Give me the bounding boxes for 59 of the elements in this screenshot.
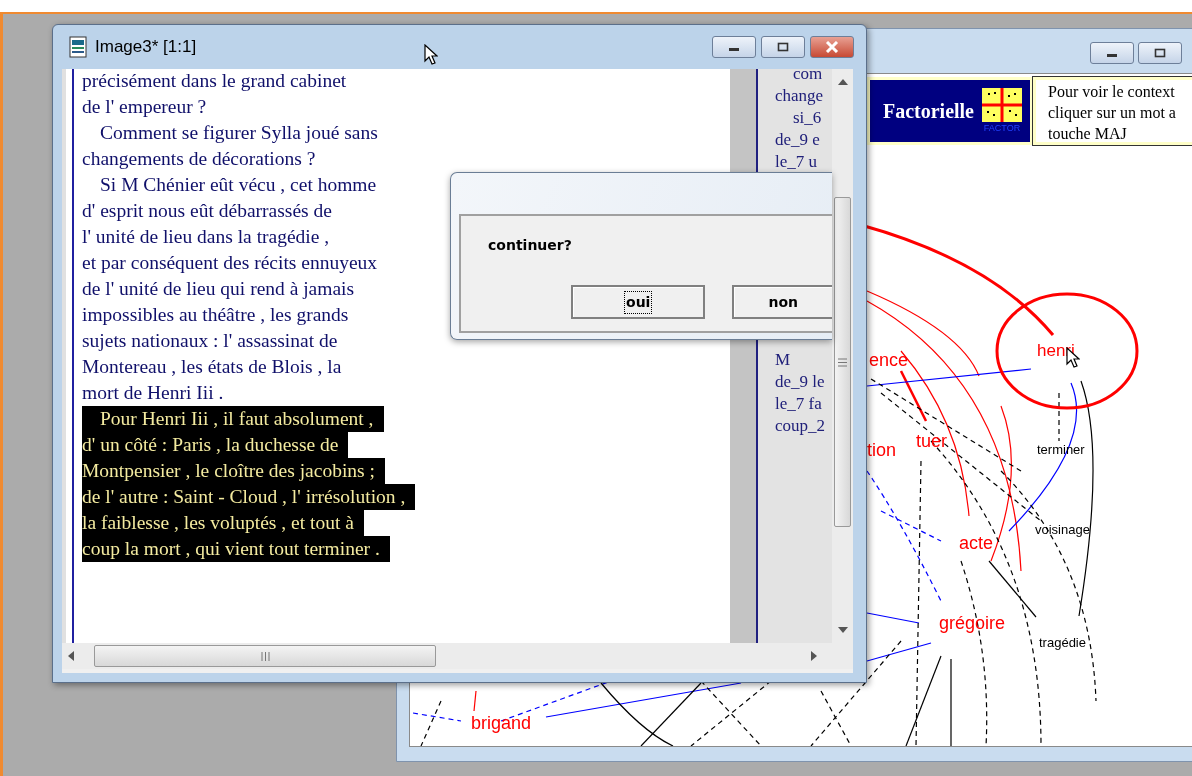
node-label[interactable]: tragédie xyxy=(1039,635,1086,650)
side-panel-line: le_7 fa xyxy=(775,393,823,415)
text-line: Montereau , les états de Blois , la xyxy=(82,355,342,379)
dialog-message: continuer? xyxy=(488,237,572,253)
maximize-button[interactable] xyxy=(761,36,805,58)
vertical-scrollbar[interactable] xyxy=(832,69,853,643)
close-button[interactable] xyxy=(810,36,854,58)
node-label[interactable]: brigand xyxy=(471,713,532,733)
window-title: Image3* [1:1] xyxy=(95,36,197,59)
text-line: de l' unité de lieu qui rend à jamais xyxy=(82,277,355,301)
side-panel-line: si_6 xyxy=(792,107,823,129)
scroll-left-icon[interactable] xyxy=(68,651,74,661)
node-label[interactable]: tion xyxy=(867,440,897,460)
text-line: et par conséquent des récits ennuyeux xyxy=(82,251,378,275)
text-line: changements de décorations ? xyxy=(82,147,316,171)
text-line: mort de Henri Iii . xyxy=(82,381,224,405)
logo-icon xyxy=(982,88,1022,122)
node-label[interactable]: voisinage xyxy=(1035,522,1090,537)
text-line: Si M Chénier eût vécu , cet homme xyxy=(99,173,377,197)
grip-icon xyxy=(838,357,847,367)
node-label[interactable]: tuer xyxy=(916,431,948,451)
side-panel-line: de_9 le xyxy=(775,371,826,393)
banner-title: Factorielle xyxy=(882,99,974,124)
side-panel-line: coup_2 xyxy=(775,415,827,437)
node-label[interactable]: acte xyxy=(959,533,994,553)
grip-icon xyxy=(260,651,270,661)
text-line: d' esprit nous eût débarrassés de xyxy=(82,199,332,223)
cursor-icon xyxy=(424,44,438,66)
logo-text: FACTOR xyxy=(982,122,1022,134)
text-line: sujets nationaux : l' assassinat de xyxy=(82,329,338,353)
scroll-up-icon[interactable] xyxy=(837,79,848,85)
side-panel-line: le_7 u xyxy=(775,151,819,173)
side-panel-line: com xyxy=(792,69,824,85)
node-label[interactable]: grégoire xyxy=(939,613,1006,633)
document-icon xyxy=(69,36,87,58)
maximize-icon xyxy=(777,42,789,52)
graph-edge xyxy=(473,690,477,712)
text-line: de l' empereur ? xyxy=(82,95,207,119)
node-label[interactable]: ence xyxy=(869,350,909,370)
scrollbar-thumb[interactable] xyxy=(94,645,436,667)
minimize-button[interactable] xyxy=(712,36,756,58)
horizontal-scrollbar[interactable] xyxy=(62,643,853,669)
scrollbar-thumb[interactable] xyxy=(834,197,851,527)
close-icon xyxy=(825,41,839,53)
dialog-button[interactable]: oui xyxy=(571,285,706,319)
side-panel-line: de_9 e xyxy=(775,129,821,151)
side-panel-line: change xyxy=(775,85,825,107)
hint-text: Pour voir le context cliquer sur un mot a touche MAJ xyxy=(1033,77,1192,145)
text-line: précisément dans le grand cabinet xyxy=(82,69,347,93)
side-panel-line: M xyxy=(775,349,792,371)
dialog-button[interactable]: non xyxy=(732,285,832,319)
maximize-button[interactable] xyxy=(1138,42,1182,64)
text-line: Comment se figurer Sylla joué sans xyxy=(99,121,378,145)
maximize-icon xyxy=(1154,48,1166,58)
text-line: impossibles au théâtre , les grands xyxy=(82,303,349,327)
scroll-right-icon[interactable] xyxy=(811,651,817,661)
text-line: l' unité de lieu dans la tragédie , xyxy=(82,225,330,249)
scroll-down-icon[interactable] xyxy=(837,627,848,633)
minimize-button[interactable] xyxy=(1090,42,1134,64)
